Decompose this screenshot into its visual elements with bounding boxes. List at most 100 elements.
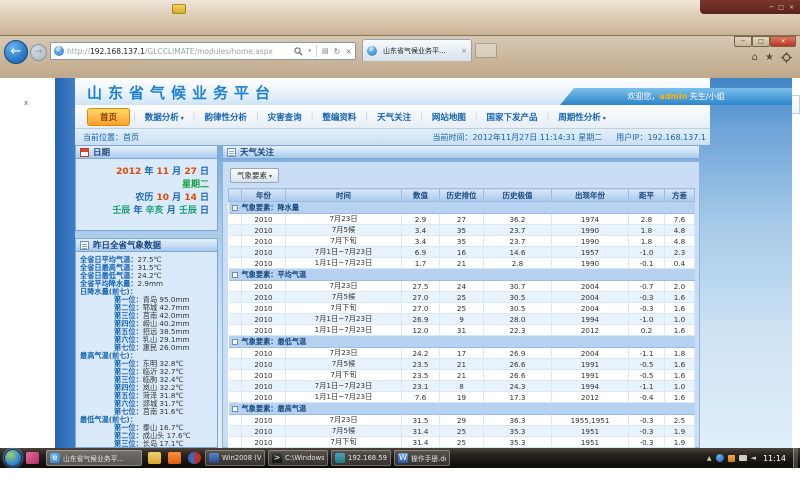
collapse-checkbox[interactable]: [232, 339, 238, 345]
taskbar-task-4[interactable]: W操作手册.docx ..: [394, 450, 450, 466]
nav-item-6[interactable]: 网站地图: [423, 111, 475, 123]
bg-minimize-icon[interactable]: ─: [770, 4, 774, 11]
column-header[interactable]: 方差: [665, 189, 695, 202]
nav-item-2[interactable]: 韵律性分析: [195, 111, 256, 123]
nav-item-4[interactable]: 整编资料: [313, 111, 365, 123]
url-text[interactable]: http://192.168.137.1/GLCCLIMATE/modules/…: [67, 47, 294, 56]
table-row[interactable]: 20107月下旬23.52126.61991-0.51.6: [229, 370, 695, 381]
table-row[interactable]: 20107月23日31.52936.31955,1951-0.32.5: [229, 415, 695, 426]
column-header[interactable]: 历史极值: [484, 189, 552, 202]
nav-item-1[interactable]: 数据分析▾: [136, 111, 193, 123]
tools-gear-icon[interactable]: [781, 52, 792, 63]
rank-value[interactable]: 莒南 31.6℃: [143, 407, 184, 416]
breadcrumb[interactable]: 当前位置：首页: [83, 132, 419, 143]
task-label: 192.168.59.99...: [348, 454, 387, 462]
taskbar-task-0[interactable]: e山东省气候业务平...: [46, 450, 142, 466]
column-header[interactable]: 年份: [242, 189, 286, 202]
back-button[interactable]: ←: [4, 40, 28, 64]
nav-item-5[interactable]: 天气关注: [368, 111, 420, 123]
table-row[interactable]: 20107月23日27.52430.72004-0.72.0: [229, 281, 695, 292]
tray-alert-icon[interactable]: [728, 455, 735, 462]
screen: ─ □ × ← → http://192.168.137.1/GLCCLIMAT…: [0, 0, 800, 500]
table-row[interactable]: 20107月23日24.21726.92004-1.11.8: [229, 348, 695, 359]
collapse-checkbox[interactable]: [232, 272, 238, 278]
new-tab-button[interactable]: [475, 43, 497, 58]
tray-app-icon[interactable]: [716, 454, 724, 462]
date-segment: 27: [184, 167, 197, 177]
media-app-icon[interactable]: [188, 452, 201, 464]
table-cell: 1月1日~7月23日: [286, 392, 402, 403]
table-row[interactable]: 20107月5候3.43523.719901.84.8: [229, 225, 695, 236]
table-row[interactable]: 20107月5候31.42535.31951-0.31.9: [229, 426, 695, 437]
start-button[interactable]: [4, 449, 22, 467]
browser-tab[interactable]: 山东省气候业务平... ×: [362, 39, 472, 61]
group-row-0[interactable]: 气象要素：降水量: [229, 202, 695, 214]
table-cell: 7月23日: [286, 281, 402, 292]
table-row[interactable]: 20101月1日~7月23日12.03122.320120.21.6: [229, 325, 695, 336]
explorer-folder-icon[interactable]: [148, 452, 161, 464]
table-row[interactable]: 20107月23日2.92736.219742.87.6: [229, 214, 695, 225]
favorites-star-icon[interactable]: ★: [765, 53, 774, 63]
date-line-3: 壬辰 年 辛亥 月 壬辰 日: [76, 205, 209, 218]
favorites-bar-close-icon[interactable]: x: [24, 99, 28, 107]
nav-item-3[interactable]: 灾害查询: [259, 111, 311, 123]
table-row[interactable]: 20107月5候27.02530.52004-0.31.6: [229, 292, 695, 303]
stop-icon[interactable]: ×: [345, 47, 352, 56]
tab-title[interactable]: 山东省气候业务平...: [383, 46, 458, 56]
pinned-app-icon[interactable]: [26, 452, 39, 464]
minimize-button[interactable]: ─: [734, 36, 752, 47]
element-filter-button[interactable]: 气象要素▾: [230, 168, 279, 183]
collapse-checkbox[interactable]: [232, 205, 238, 211]
home-icon[interactable]: ⌂: [752, 53, 758, 63]
column-header[interactable]: 时间: [286, 189, 402, 202]
nav-item-7[interactable]: 国家下发产品: [478, 111, 547, 123]
table-row[interactable]: 20107月5候23.52126.61991-0.51.6: [229, 359, 695, 370]
column-header[interactable]: 距平: [629, 189, 665, 202]
table-row[interactable]: 20101月1日~7月23日7.61917.32012-0.41.6: [229, 392, 695, 403]
table-cell: 17: [440, 348, 484, 359]
date-segment: 14: [184, 193, 197, 203]
table-row[interactable]: 20107月下旬3.43523.719901.84.8: [229, 236, 695, 247]
group-row-2[interactable]: 气象要素：最低气温: [229, 336, 695, 348]
table-cell: 23.7: [484, 236, 552, 247]
table-row[interactable]: 20107月下旬31.42535.31951-0.31.9: [229, 437, 695, 448]
address-bar[interactable]: http://192.168.137.1/GLCCLIMATE/modules/…: [50, 42, 356, 60]
search-dropdown-icon[interactable]: ▾: [308, 48, 311, 54]
taskbar-task-3[interactable]: 192.168.59.99...: [331, 450, 391, 466]
table-row[interactable]: 20101月1日~7月23日1.7212.81990-0.10.4: [229, 258, 695, 269]
table-row[interactable]: 20107月1日~7月23日26.9928.01994-1.01.0: [229, 314, 695, 325]
forward-button[interactable]: →: [30, 44, 47, 61]
search-icon[interactable]: [294, 47, 303, 56]
table-row[interactable]: 20107月1日~7月23日6.91614.61957-1.02.3: [229, 247, 695, 258]
bg-maximize-icon[interactable]: □: [778, 4, 784, 11]
group-row-3[interactable]: 气象要素：最高气温: [229, 403, 695, 415]
refresh-icon[interactable]: ↻: [334, 47, 341, 56]
nav-item-0[interactable]: 首页: [87, 108, 130, 126]
maximize-button[interactable]: □: [752, 36, 770, 47]
bg-close-icon[interactable]: ×: [789, 4, 794, 11]
expand-cell: [229, 325, 242, 336]
group-row-1[interactable]: 气象要素：平均气温: [229, 269, 695, 281]
column-header[interactable]: 出现年份: [552, 189, 629, 202]
collapse-checkbox[interactable]: [232, 406, 238, 412]
table-cell: 2004: [552, 348, 629, 359]
column-header[interactable]: 数值: [402, 189, 440, 202]
rank-value[interactable]: 惠民 26.0mm: [143, 343, 190, 352]
nav-item-8[interactable]: 周期性分析▾: [549, 111, 615, 123]
table-row[interactable]: 20107月1日~7月23日23.1824.31994-1.11.0: [229, 381, 695, 392]
table-cell: 1994: [552, 381, 629, 392]
close-button[interactable]: ×: [770, 36, 796, 47]
clock[interactable]: 11:14: [763, 454, 786, 463]
taskbar-task-2[interactable]: >C:\Windows\s...: [268, 450, 328, 466]
network-icon[interactable]: [739, 455, 747, 461]
taskbar-task-1[interactable]: Win2008 (VS2...: [205, 450, 265, 466]
orange-app-taskbar-icon[interactable]: [168, 452, 181, 464]
date-segment: 壬辰: [112, 206, 130, 216]
tab-close-icon[interactable]: ×: [461, 47, 467, 55]
compatibility-icon[interactable]: ▤: [322, 47, 329, 55]
column-header[interactable]: 历史排位: [440, 189, 484, 202]
show-desktop-button[interactable]: [793, 448, 798, 468]
table-row[interactable]: 20107月下旬27.02530.52004-0.31.6: [229, 303, 695, 314]
volume-icon[interactable]: ◄: [751, 454, 756, 462]
hidden-icons-icon[interactable]: ▲: [707, 455, 712, 462]
